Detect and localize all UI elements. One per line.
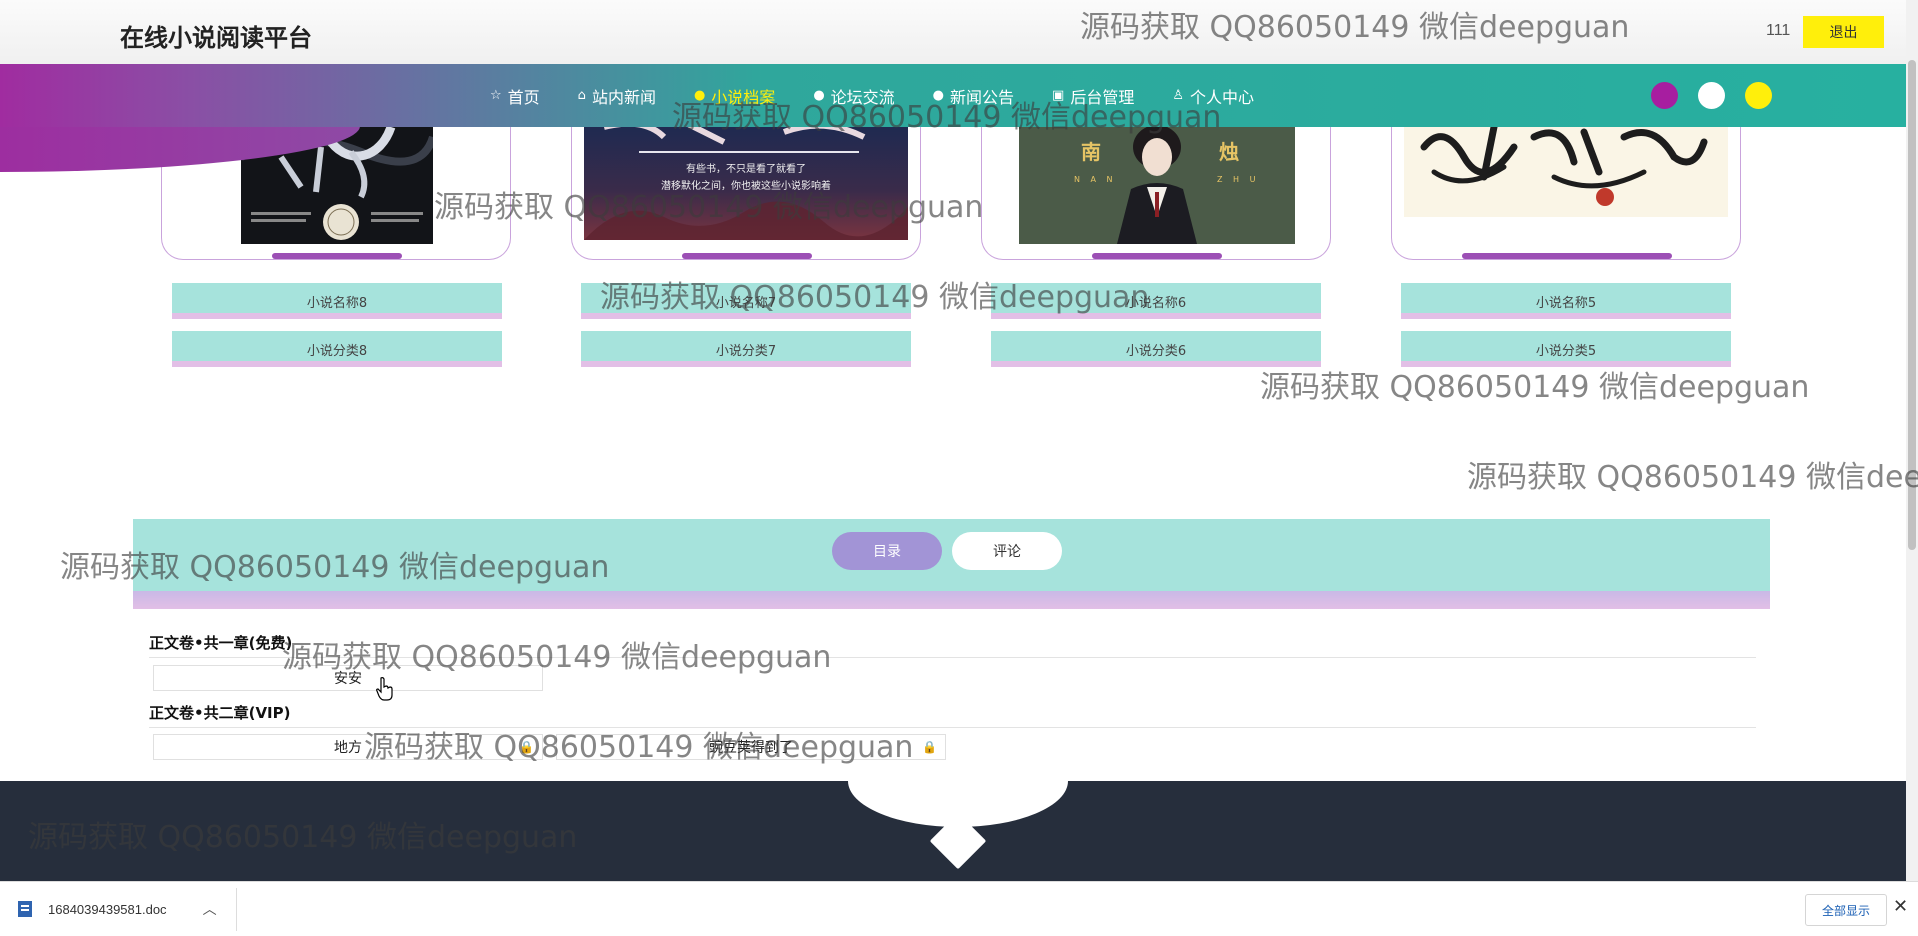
nav-item-label: 小说档案 <box>711 87 776 107</box>
main-nav: ☆ 首页 ⌂ 站内新闻 ● 小说档案 ● 论坛交流 ● 新闻公告 ▣ 后台管理 <box>0 64 1906 127</box>
novel-cover-image: 南 烛 N A N Z H U <box>1019 117 1295 244</box>
nav-items: ☆ 首页 ⌂ 站内新闻 ● 小说档案 ● 论坛交流 ● 新闻公告 ▣ 后台管理 <box>490 64 1292 127</box>
nav-item-label: 站内新闻 <box>591 87 656 107</box>
divider <box>236 888 237 931</box>
novel-cover[interactable] <box>1404 117 1728 217</box>
nav-item-home[interactable]: ☆ 首页 <box>490 64 540 127</box>
download-bar: 1684039439581.doc ︿ 全部显示 ✕ <box>0 881 1918 936</box>
theme-purple-button[interactable] <box>1651 82 1678 109</box>
svg-text:南: 南 <box>1081 140 1101 164</box>
novel-cards: 有些书，不只是看了就看了 潜移默化之间，你也被这些小说影响着 南 烛 N A N… <box>0 117 1906 377</box>
novel-cover[interactable]: 南 烛 N A N Z H U <box>1019 117 1295 244</box>
novel-category-label: 小说分类6 <box>991 331 1321 367</box>
card-accent <box>1092 253 1222 259</box>
download-file-name: 1684039439581.doc <box>48 901 167 917</box>
svg-text:烛: 烛 <box>1219 140 1239 164</box>
info-icon: ● <box>693 88 706 103</box>
bag-icon: ⌂ <box>577 88 586 103</box>
show-all-button[interactable]: 全部显示 <box>1805 894 1887 926</box>
theme-white-button[interactable] <box>1698 82 1725 109</box>
tab-catalog[interactable]: 目录 <box>832 532 942 570</box>
logout-button[interactable]: 退出 <box>1803 16 1884 48</box>
nav-item-label: 新闻公告 <box>950 87 1015 107</box>
top-bar: 在线小说阅读平台 111 退出 <box>0 0 1906 65</box>
tab-comments[interactable]: 评论 <box>952 532 1062 570</box>
nav-item-profile[interactable]: ♙ 个人中心 <box>1172 64 1254 127</box>
novel-cover-image <box>1404 117 1728 217</box>
word-doc-icon <box>18 901 32 917</box>
page: 在线小说阅读平台 111 退出 有些书，不只是看了就看了 潜移默化之间，你也被这… <box>0 0 1918 936</box>
nav-item-label: 后台管理 <box>1070 87 1135 107</box>
svg-text:有些书，不只是看了就看了: 有些书，不只是看了就看了 <box>686 162 806 175</box>
svg-text:Z H U: Z H U <box>1217 175 1259 184</box>
site-title: 在线小说阅读平台 <box>120 24 312 52</box>
svg-text:N A N: N A N <box>1074 175 1117 184</box>
nav-item-admin[interactable]: ▣ 后台管理 <box>1052 64 1134 127</box>
divider <box>149 657 1756 658</box>
question-icon: ● <box>813 88 825 103</box>
chapter-item[interactable]: 安安 <box>153 665 543 691</box>
theme-yellow-button[interactable] <box>1745 82 1772 109</box>
card-accent <box>272 253 402 259</box>
novel-card[interactable]: 南 烛 N A N Z H U <box>981 117 1331 260</box>
nav-item-label: 论坛交流 <box>830 87 895 107</box>
novel-card[interactable] <box>1391 117 1741 260</box>
close-icon[interactable]: ✕ <box>1893 896 1908 917</box>
card-accent <box>682 253 812 259</box>
novel-name-label[interactable]: 小说名称7 <box>581 283 911 319</box>
theme-switcher <box>1651 82 1772 109</box>
volume-title: 正文卷•共二章(VIP) <box>149 704 291 722</box>
username-label: 111 <box>1766 22 1791 39</box>
footer <box>0 781 1906 881</box>
user-icon: ♙ <box>1172 88 1184 103</box>
volume-title: 正文卷•共一章(免费) <box>149 634 293 652</box>
chapter-item[interactable]: 豌豆荚得到了 🔒 <box>556 734 946 760</box>
novel-name-label[interactable]: 小说名称8 <box>172 283 502 319</box>
star-icon: ☆ <box>490 88 502 103</box>
scrollbar-thumb[interactable] <box>1908 60 1916 550</box>
novel-category-label: 小说分类7 <box>581 331 911 367</box>
novel-category-label: 小说分类5 <box>1401 331 1731 367</box>
page-scrollbar[interactable] <box>1906 0 1918 881</box>
info-icon: ● <box>932 88 945 103</box>
novel-cover[interactable]: 有些书，不只是看了就看了 潜移默化之间，你也被这些小说影响着 <box>584 117 908 240</box>
chapter-title: 地方 <box>334 740 362 756</box>
nav-item-forum[interactable]: ● 论坛交流 <box>813 64 894 127</box>
lock-icon: 🔒 <box>519 740 534 754</box>
download-item[interactable]: 1684039439581.doc ︿ <box>18 894 234 924</box>
chevron-up-icon[interactable]: ︿ <box>203 899 217 919</box>
divider <box>149 727 1756 728</box>
novel-cover-image: 有些书，不只是看了就看了 潜移默化之间，你也被这些小说影响着 <box>584 117 908 240</box>
novel-name-label[interactable]: 小说名称6 <box>991 283 1321 319</box>
nav-item-label: 个人中心 <box>1190 87 1255 107</box>
watermark: 源码获取 QQ86050149 微信deepguan <box>1467 460 1918 495</box>
nav-item-label: 首页 <box>507 87 540 107</box>
nav-item-novel-archive[interactable]: ● 小说档案 <box>694 64 775 127</box>
novel-name-label[interactable]: 小说名称5 <box>1401 283 1731 319</box>
chapter-title: 安安 <box>334 671 362 687</box>
svg-text:潜移默化之间，你也被这些小说影响着: 潜移默化之间，你也被这些小说影响着 <box>661 179 831 192</box>
nav-item-announcements[interactable]: ● 新闻公告 <box>933 64 1014 127</box>
novel-category-label: 小说分类8 <box>172 331 502 367</box>
tab-strip-accent <box>133 591 1770 609</box>
card-accent <box>1462 253 1672 259</box>
detail-tabs: 目录 评论 <box>133 519 1770 591</box>
novel-card[interactable]: 有些书，不只是看了就看了 潜移默化之间，你也被这些小说影响着 <box>571 117 921 260</box>
nav-item-news[interactable]: ⌂ 站内新闻 <box>578 64 656 127</box>
lock-icon: 🔒 <box>922 740 937 754</box>
calendar-icon: ▣ <box>1052 88 1065 103</box>
chapter-title: 豌豆荚得到了 <box>709 740 793 756</box>
chapter-item[interactable]: 地方 🔒 <box>153 734 543 760</box>
